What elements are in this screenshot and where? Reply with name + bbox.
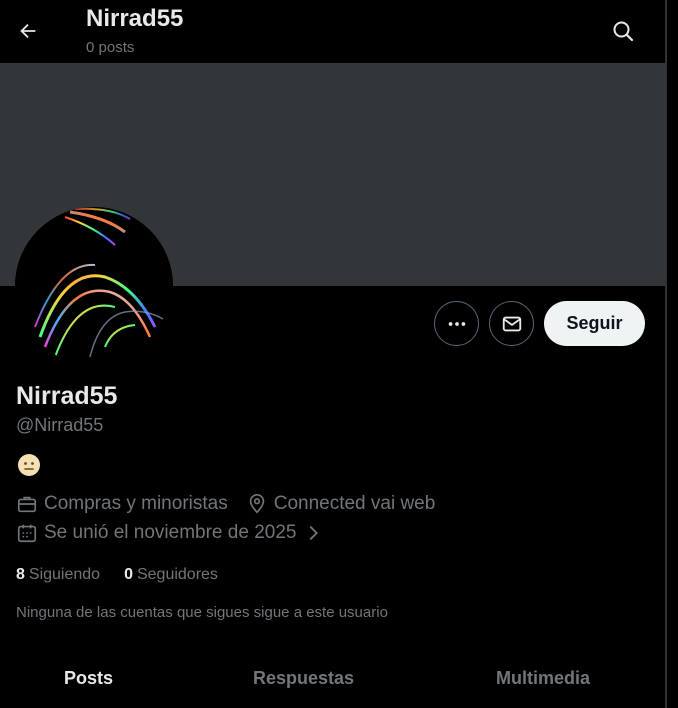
profile-location: Connected vai web bbox=[273, 493, 436, 514]
search-button[interactable] bbox=[604, 12, 642, 50]
followers-count: 0 bbox=[124, 566, 133, 583]
followers-label: Seguidores bbox=[136, 566, 218, 583]
tab-replies[interactable]: Respuestas bbox=[253, 668, 354, 689]
user-handle: @Nirrad55 bbox=[16, 415, 104, 435]
right-edge bbox=[667, 0, 678, 708]
more-horizontal-icon bbox=[448, 321, 465, 326]
followers-link[interactable]: 0 Seguidores bbox=[124, 566, 218, 584]
avatar-image bbox=[15, 207, 173, 365]
calendar-icon bbox=[16, 522, 38, 544]
arrow-left-icon bbox=[20, 23, 36, 39]
tab-media[interactable]: Multimedia bbox=[496, 668, 590, 689]
header-posts-count: 0 posts bbox=[86, 39, 135, 56]
briefcase-icon bbox=[16, 493, 38, 515]
following-label: Siguiendo bbox=[28, 566, 101, 583]
location-pin-icon bbox=[246, 493, 268, 515]
profile-joined-row[interactable]: Se unió el noviembre de 2025 bbox=[16, 522, 330, 544]
header-name: Nirrad55 bbox=[86, 5, 184, 32]
message-button[interactable] bbox=[489, 301, 534, 346]
tab-posts[interactable]: Posts bbox=[64, 668, 113, 689]
profile-tabs: Posts Respuestas Multimedia bbox=[0, 650, 665, 708]
more-options-button[interactable] bbox=[434, 301, 479, 346]
profile-joined-date: Se unió el noviembre de 2025 bbox=[44, 522, 297, 543]
profile-category: Compras y minoristas bbox=[44, 493, 228, 514]
following-link[interactable]: 8 Siguiendo bbox=[16, 566, 100, 584]
profile-meta-row: Compras y minoristas Connected vai web bbox=[16, 493, 435, 515]
following-count: 8 bbox=[16, 566, 25, 583]
profile-header: Nirrad55 0 posts bbox=[0, 0, 665, 63]
search-icon bbox=[613, 21, 634, 42]
neutral-face-emoji-icon bbox=[18, 454, 40, 476]
envelope-icon bbox=[502, 316, 521, 331]
followers-you-know-notice: Ninguna de las cuentas que sigues sigue … bbox=[16, 604, 388, 621]
follow-counts: 8 Siguiendo 0 Seguidores bbox=[16, 566, 242, 584]
chevron-right-icon bbox=[302, 522, 324, 544]
avatar[interactable] bbox=[15, 207, 173, 365]
display-name: Nirrad55 bbox=[16, 382, 118, 410]
follow-button[interactable]: Seguir bbox=[544, 301, 645, 346]
back-button[interactable] bbox=[10, 13, 46, 49]
